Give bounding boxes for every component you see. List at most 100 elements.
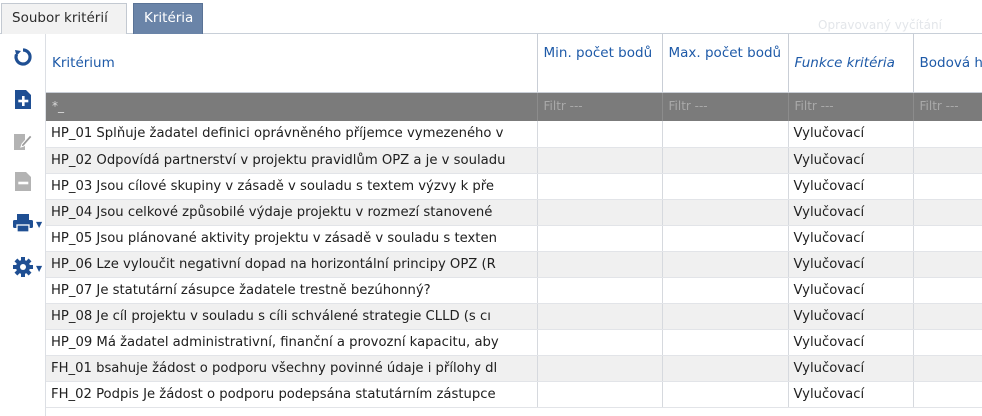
- table-row[interactable]: HP_05 Jsou plánované aktivity projektu v…: [46, 225, 982, 252]
- table-cell: [913, 225, 982, 252]
- print-button[interactable]: [10, 210, 36, 236]
- table-cell: Vylučovací: [788, 355, 914, 382]
- table-row[interactable]: HP_08 Je cíl projektu v souladu s cíli s…: [46, 303, 982, 330]
- table-row[interactable]: HP_04 Jsou celkové způsobilé výdaje proj…: [46, 199, 982, 226]
- settings-button[interactable]: [10, 254, 36, 280]
- print-dropdown-icon[interactable]: ▼: [36, 220, 42, 229]
- table-cell: [913, 355, 982, 382]
- remove-document-icon: [15, 171, 31, 191]
- table-cell: [537, 199, 663, 226]
- table-cell: Vylučovací: [788, 303, 914, 330]
- filter-input-bodova[interactable]: [919, 99, 982, 114]
- table-cell: [662, 225, 789, 252]
- table-cell: [913, 329, 982, 356]
- filter-input-min-points[interactable]: [543, 99, 656, 114]
- tab-kriteria[interactable]: Kritéria: [133, 3, 203, 34]
- tab-soubor-kriterii[interactable]: Soubor kritérií: [1, 3, 127, 34]
- remove-button[interactable]: [10, 168, 36, 194]
- table-cell: [537, 121, 663, 148]
- table-cell: Vylučovací: [788, 277, 914, 304]
- table-cell: HP_07 Je statutární zásupce žadatele tre…: [46, 277, 538, 304]
- edit-document-icon: [14, 134, 33, 150]
- settings-dropdown-icon[interactable]: ▼: [36, 264, 42, 273]
- table-row[interactable]: HP_07 Je statutární zásupce žadatele tre…: [46, 277, 982, 304]
- table-cell: [913, 147, 982, 174]
- table-cell: [662, 199, 789, 226]
- table-cell: [537, 277, 663, 304]
- refresh-button[interactable]: [10, 44, 36, 70]
- column-header-kriterium[interactable]: Kritérium: [46, 34, 538, 93]
- filter-row: [46, 92, 982, 121]
- add-button[interactable]: [10, 86, 36, 112]
- filter-input-max-points[interactable]: [668, 99, 782, 114]
- filter-input-kriterium[interactable]: [52, 99, 531, 114]
- table-cell: FH_01 bsahuje žádost o podporu všechny p…: [46, 355, 538, 382]
- table-cell: [913, 199, 982, 226]
- table-cell: [913, 303, 982, 330]
- table-row[interactable]: HP_03 Jsou cílové skupiny v zásadě v sou…: [46, 173, 982, 200]
- filter-cell: [537, 92, 663, 121]
- table-cell: [913, 173, 982, 200]
- table-cell: [537, 329, 663, 356]
- table-cell: [537, 381, 663, 408]
- table-cell: [537, 147, 663, 174]
- table-cell: [537, 303, 663, 330]
- table-cell: [537, 355, 663, 382]
- table-cell: Vylučovací: [788, 173, 914, 200]
- refresh-icon: [14, 48, 32, 66]
- table-cell: HP_06 Lze vyloučit negativní dopad na ho…: [46, 251, 538, 278]
- column-header-max-points[interactable]: Max. počet bodů: [662, 34, 789, 93]
- table-row[interactable]: HP_06 Lze vyloučit negativní dopad na ho…: [46, 251, 982, 278]
- table-cell: [913, 277, 982, 304]
- table-cell: HP_02 Odpovídá partnerství v projektu pr…: [46, 147, 538, 174]
- table-cell: [662, 173, 789, 200]
- filter-cell: [788, 92, 914, 121]
- table-row[interactable]: HP_01 Splňuje žadatel definici oprávněné…: [46, 121, 982, 148]
- table-cell: [662, 355, 789, 382]
- settings-icon: [13, 257, 33, 277]
- column-header-bodova[interactable]: Bodová h: [913, 34, 982, 93]
- edit-button[interactable]: [10, 128, 36, 154]
- filter-input-function[interactable]: [794, 99, 907, 114]
- table-cell: Vylučovací: [788, 121, 914, 148]
- table-cell: Vylučovací: [788, 381, 914, 408]
- table-cell: HP_04 Jsou celkové způsobilé výdaje proj…: [46, 199, 538, 226]
- table-cell: [662, 147, 789, 174]
- column-header-function[interactable]: Funkce kritéria: [788, 34, 914, 93]
- filter-cell: [913, 92, 982, 121]
- tab-bar: Soubor kritérií Kritéria Opravovaný vyčí…: [0, 0, 982, 34]
- table-row[interactable]: HP_09 Má žadatel administrativní, finanč…: [46, 329, 982, 356]
- table-cell: HP_08 Je cíl projektu v souladu s cíli s…: [46, 303, 538, 330]
- table-cell: HP_09 Má žadatel administrativní, finanč…: [46, 329, 538, 356]
- table-cell: [537, 251, 663, 278]
- table-cell: HP_03 Jsou cílové skupiny v zásadě v sou…: [46, 173, 538, 200]
- table-row[interactable]: FH_01 bsahuje žádost o podporu všechny p…: [46, 355, 982, 382]
- filter-cell: [662, 92, 789, 121]
- header-row: Kritérium Min. počet bodů Max. počet bod…: [46, 34, 982, 93]
- table-cell: [537, 173, 663, 200]
- add-document-icon: [15, 89, 31, 109]
- table-cell: [913, 121, 982, 148]
- table-cell: Vylučovací: [788, 225, 914, 252]
- table-row[interactable]: FH_02 Podpis Je žádost o podporu podepsá…: [46, 381, 982, 408]
- table-cell: Vylučovací: [788, 251, 914, 278]
- table-row[interactable]: HP_02 Odpovídá partnerství v projektu pr…: [46, 147, 982, 174]
- table-cell: Vylučovací: [788, 329, 914, 356]
- criteria-table: Kritérium Min. počet bodů Max. počet bod…: [46, 34, 982, 408]
- table-cell: [662, 303, 789, 330]
- filter-cell: [46, 92, 538, 121]
- print-icon: [13, 214, 33, 233]
- left-toolbar: ▼ ▼: [0, 34, 46, 416]
- criteria-grid: Kritérium Min. počet bodů Max. počet bod…: [46, 34, 982, 416]
- table-cell: [913, 381, 982, 408]
- table-cell: [913, 251, 982, 278]
- table-cell: [662, 277, 789, 304]
- table-cell: HP_01 Splňuje žadatel definici oprávněné…: [46, 121, 538, 148]
- tab-area-hint: Opravovaný vyčítání: [818, 18, 942, 32]
- table-cell: HP_05 Jsou plánované aktivity projektu v…: [46, 225, 538, 252]
- table-cell: [662, 121, 789, 148]
- table-cell: [662, 251, 789, 278]
- column-header-min-points[interactable]: Min. počet bodů: [537, 34, 663, 93]
- table-cell: [662, 381, 789, 408]
- table-cell: Vylučovací: [788, 199, 914, 226]
